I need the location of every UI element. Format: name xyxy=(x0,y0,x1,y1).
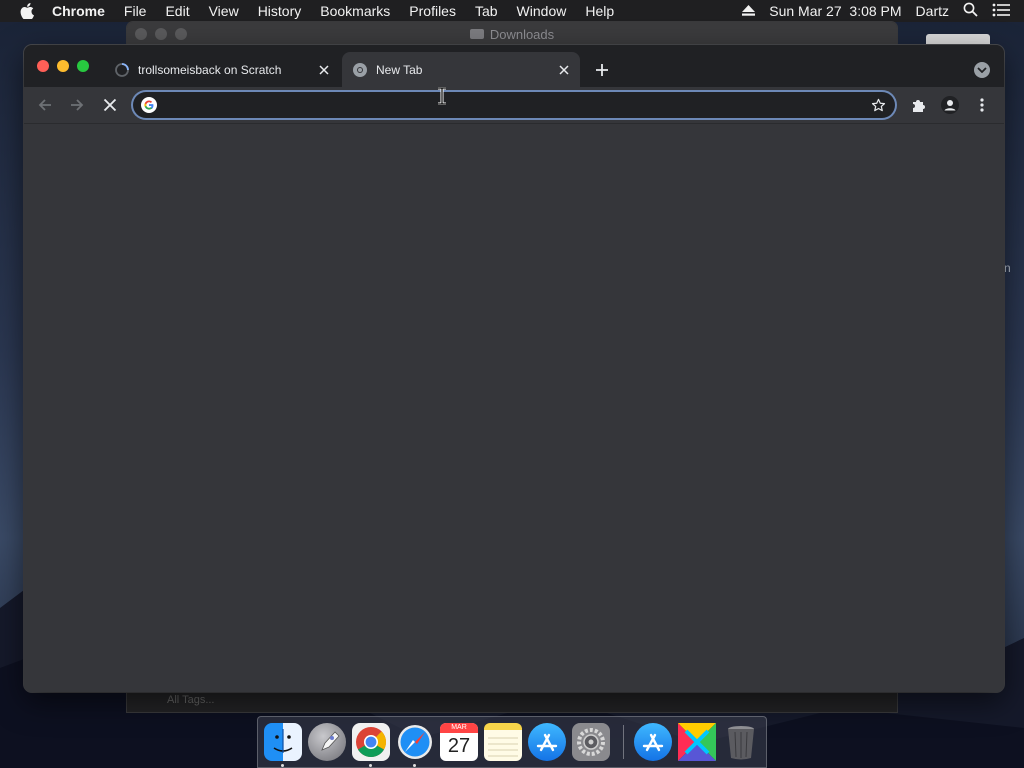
finder-icon[interactable] xyxy=(264,723,302,761)
tab-search-chevron-icon[interactable] xyxy=(974,62,990,78)
address-bar-input[interactable] xyxy=(165,95,869,115)
dock: MAR 27 xyxy=(257,716,767,768)
browser-toolbar xyxy=(24,87,1004,123)
stop-loading-icon[interactable] xyxy=(100,95,120,115)
loading-spinner-icon xyxy=(114,62,130,78)
downloads-title: Downloads xyxy=(127,27,897,42)
tab-title: New Tab xyxy=(376,62,423,77)
tab-scratch[interactable]: trollsomeisback on Scratch xyxy=(104,52,340,87)
system-preferences-icon[interactable] xyxy=(572,723,610,761)
dock-separator xyxy=(623,725,624,759)
notes-icon[interactable] xyxy=(484,723,522,761)
running-indicator xyxy=(369,764,372,767)
window-zoom-button[interactable] xyxy=(77,60,89,72)
menu-kebab-icon[interactable] xyxy=(972,95,992,115)
menu-app-name[interactable]: Chrome xyxy=(52,3,105,19)
colorful-pinwheel-icon[interactable] xyxy=(678,723,716,761)
app-store-download-icon[interactable] xyxy=(634,723,672,761)
page-content-area[interactable] xyxy=(24,123,1004,692)
chrome-window: trollsomeisback on Scratch New Tab xyxy=(24,45,1004,692)
menu-file[interactable]: File xyxy=(124,3,147,19)
google-g-icon xyxy=(141,97,157,113)
google-chrome-dock-icon[interactable] xyxy=(352,723,390,761)
calendar-month: MAR xyxy=(440,723,478,733)
menu-view[interactable]: View xyxy=(209,3,239,19)
running-indicator xyxy=(281,764,284,767)
tab-title: trollsomeisback on Scratch xyxy=(138,62,282,77)
tab-new-tab[interactable]: New Tab xyxy=(342,52,580,87)
chrome-favicon-icon xyxy=(352,62,368,78)
app-store-icon[interactable] xyxy=(528,723,566,761)
new-tab-plus-icon[interactable] xyxy=(592,60,612,80)
menu-clock[interactable]: Sun Mar 27 3:08 PM xyxy=(769,3,901,19)
menu-history[interactable]: History xyxy=(258,3,302,19)
omnibox[interactable] xyxy=(133,92,895,118)
apple-icon[interactable] xyxy=(20,3,38,19)
tab-close-icon[interactable] xyxy=(316,62,332,78)
desktop-edge-text: n xyxy=(1004,261,1011,275)
forward-arrow-icon[interactable] xyxy=(67,95,87,115)
bookmark-star-icon[interactable] xyxy=(869,96,887,114)
tab-strip: trollsomeisback on Scratch New Tab xyxy=(24,45,1004,87)
menu-profiles[interactable]: Profiles xyxy=(409,3,456,19)
window-close-button[interactable] xyxy=(37,60,49,72)
running-indicator xyxy=(413,764,416,767)
tab-close-icon[interactable] xyxy=(556,62,572,78)
downloads-sidebar-footer: All Tags... xyxy=(127,690,897,712)
safari-icon[interactable] xyxy=(396,723,434,761)
back-arrow-icon[interactable] xyxy=(35,95,55,115)
profile-avatar-icon[interactable] xyxy=(940,95,960,115)
spotlight-search-icon[interactable] xyxy=(963,2,978,20)
calendar-day: 27 xyxy=(447,735,471,757)
menu-status-area: Sun Mar 27 3:08 PM Dartz xyxy=(742,0,1024,22)
text-cursor-icon xyxy=(438,87,446,105)
downloads-title-text: Downloads xyxy=(489,26,555,42)
menu-bookmarks[interactable]: Bookmarks xyxy=(320,3,390,19)
launchpad-icon[interactable] xyxy=(308,723,346,761)
window-minimize-button[interactable] xyxy=(57,60,69,72)
menu-user[interactable]: Dartz xyxy=(916,3,949,19)
control-list-icon[interactable] xyxy=(992,3,1010,20)
calendar-icon[interactable]: MAR 27 xyxy=(440,723,478,761)
downloads-titlebar: Downloads xyxy=(127,22,897,46)
menu-window[interactable]: Window xyxy=(517,3,567,19)
folder-icon xyxy=(469,29,484,39)
menu-help[interactable]: Help xyxy=(585,3,614,19)
trash-icon[interactable] xyxy=(722,723,760,761)
all-tags-label[interactable]: All Tags... xyxy=(167,694,215,706)
menu-tab[interactable]: Tab xyxy=(475,3,498,19)
menu-bar: Chrome File Edit View History Bookmarks … xyxy=(0,0,1024,22)
eject-icon[interactable] xyxy=(742,3,756,19)
menu-edit[interactable]: Edit xyxy=(165,3,189,19)
extensions-puzzle-icon[interactable] xyxy=(908,95,928,115)
